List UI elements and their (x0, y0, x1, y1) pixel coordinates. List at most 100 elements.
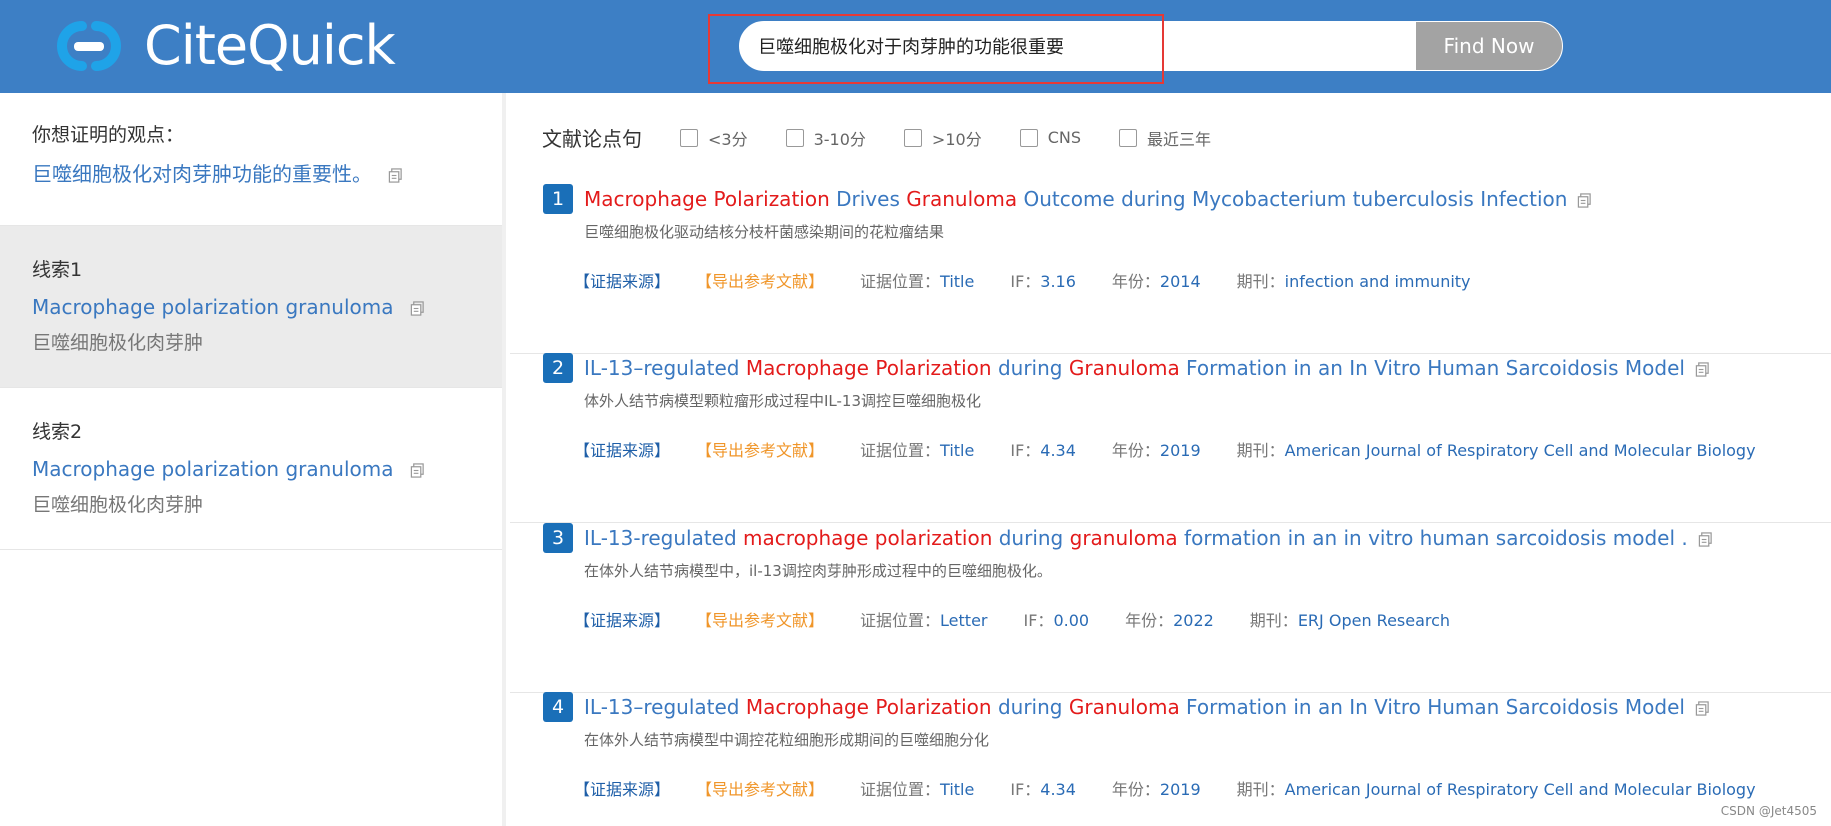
clue-chinese: 巨噬细胞极化肉芽肿 (32, 332, 204, 354)
if-label: IF： (1023, 611, 1054, 630)
journal-value[interactable]: ERJ Open Research (1298, 611, 1450, 630)
evidence-source-link[interactable]: 【证据来源】 (574, 607, 670, 631)
if-value: 4.34 (1040, 441, 1076, 460)
export-reference-link[interactable]: 【导出参考文献】 (696, 607, 824, 631)
title-segment: Granuloma (906, 187, 1018, 211)
journal-label: 期刊： (1236, 780, 1285, 799)
evidence-source-link[interactable]: 【证据来源】 (574, 437, 670, 461)
result-translation: 在体外人结节病模型中调控花粒细胞形成期间的巨噬细胞分化 (584, 731, 990, 749)
checkbox[interactable] (903, 128, 922, 147)
result-number-badge: 3 (543, 523, 573, 553)
claim-text: 巨噬细胞极化对肉芽肿功能的重要性。 (32, 159, 502, 189)
position-label: 证据位置： (860, 441, 941, 460)
checkbox[interactable] (680, 128, 698, 147)
filter-label: 3-10分 (813, 129, 866, 149)
logo-text: CiteQuick (144, 14, 396, 77)
result-title[interactable]: IL-13-regulated macrophage polarization … (584, 523, 1713, 553)
copy-icon[interactable] (388, 168, 403, 183)
year-value: 2019 (1159, 441, 1201, 460)
copy-icon[interactable] (1695, 701, 1710, 716)
clue-english-text: Macrophage polarization granuloma (32, 295, 394, 319)
claim-label: 你想证明的观点： (32, 124, 185, 146)
title-segment: IL-13–regulated (584, 695, 746, 719)
results-panel: 文献论点句 <3分 3-10分 >10分 CNS 最近三年 1 Macrophag… (510, 93, 1831, 826)
result-title[interactable]: Macrophage Polarization Drives Granuloma… (584, 184, 1592, 214)
journal-label: 期刊： (1236, 441, 1285, 460)
copy-icon[interactable] (410, 301, 425, 316)
title-segment: granuloma (1069, 526, 1178, 550)
journal-label: 期刊： (1236, 272, 1285, 291)
export-reference-link[interactable]: 【导出参考文献】 (696, 268, 824, 292)
clue-english: Macrophage polarization granuloma (32, 454, 502, 484)
journal-value[interactable]: American Journal of Respiratory Cell and… (1285, 441, 1756, 460)
copy-icon[interactable] (410, 463, 425, 478)
title-segment: macrophage polarization (743, 526, 993, 550)
copy-icon[interactable] (1698, 532, 1713, 547)
title-segment: during (992, 526, 1070, 550)
clue-chinese: 巨噬细胞极化肉芽肿 (32, 494, 204, 516)
checkbox[interactable] (1119, 128, 1137, 147)
export-reference-link[interactable]: 【导出参考文献】 (696, 776, 824, 800)
filter-3-10[interactable]: 3-10分 (785, 126, 866, 150)
result-title[interactable]: IL-13–regulated Macrophage Polarization … (584, 353, 1710, 383)
filter-bar: 文献论点句 <3分 3-10分 >10分 CNS 最近三年 (542, 123, 1249, 152)
if-value: 3.16 (1040, 272, 1076, 291)
export-reference-link[interactable]: 【导出参考文献】 (696, 437, 824, 461)
clue-item-2[interactable]: 线索2 Macrophage polarization granuloma 巨噬… (0, 388, 502, 550)
title-segment: Formation in an In Vitro Human Sarcoidos… (1179, 695, 1685, 719)
result-number-badge: 2 (543, 353, 573, 383)
year-label: 年份： (1125, 611, 1174, 630)
title-segment: Drives (829, 187, 907, 211)
filter-cns[interactable]: CNS (1019, 128, 1081, 147)
if-value: 4.34 (1040, 780, 1076, 799)
title-segment: Outcome during Mycobacterium tuberculosi… (1017, 187, 1568, 211)
position-label: 证据位置： (860, 780, 941, 799)
clue-english: Macrophage polarization granuloma (32, 292, 502, 322)
position-value: Letter (940, 611, 988, 630)
filter-label: <3分 (708, 129, 748, 149)
filter-gt10[interactable]: >10分 (903, 126, 982, 150)
result-title[interactable]: IL-13–regulated Macrophage Polarization … (584, 692, 1710, 722)
evidence-source-link[interactable]: 【证据来源】 (574, 268, 670, 292)
top-header: CiteQuick Find Now (0, 0, 1831, 93)
result-item: 2 IL-13–regulated Macrophage Polarization… (510, 353, 1831, 523)
title-segment: Macrophage Polarization (745, 356, 992, 380)
filter-label: 最近三年 (1147, 129, 1212, 149)
result-meta: 【证据来源】 【导出参考文献】 证据位置：Title IF：4.34 年份：2019 期刊… (574, 776, 1756, 800)
journal-value[interactable]: American Journal of Respiratory Cell and… (1285, 780, 1756, 799)
if-value: 0.00 (1053, 611, 1090, 630)
sidebar: 你想证明的观点： 巨噬细胞极化对肉芽肿功能的重要性。 线索1 Macrophag… (0, 93, 506, 826)
title-segment: IL-13-regulated (584, 526, 744, 550)
watermark: CSDN @Jet4505 (1720, 804, 1817, 818)
copy-icon[interactable] (1695, 362, 1710, 377)
if-label: IF： (1010, 272, 1041, 291)
title-segment: Formation in an In Vitro Human Sarcoidos… (1179, 356, 1685, 380)
result-translation: 在体外人结节病模型中，il-13调控肉芽肿形成过程中的巨噬细胞极化。 (584, 562, 1052, 580)
if-label: IF： (1010, 441, 1041, 460)
logo-icon (57, 21, 121, 71)
filter-recent-3-years[interactable]: 最近三年 (1119, 126, 1211, 150)
title-segment: IL-13–regulated (584, 356, 746, 380)
position-value: Title (940, 272, 975, 291)
title-segment: during (991, 356, 1069, 380)
logo[interactable]: CiteQuick (52, 14, 396, 77)
journal-value[interactable]: infection and immunity (1285, 272, 1471, 291)
search-input[interactable] (740, 22, 1416, 70)
checkbox[interactable] (1019, 128, 1038, 147)
clue-title: 线索1 (32, 259, 83, 281)
evidence-source-link[interactable]: 【证据来源】 (574, 776, 670, 800)
year-value: 2019 (1159, 780, 1201, 799)
year-label: 年份： (1111, 272, 1160, 291)
page: CiteQuick Find Now 你想证明的观点： 巨噬细胞极化对肉芽肿功能… (0, 0, 1831, 826)
checkbox[interactable] (785, 128, 804, 147)
clue-item-1[interactable]: 线索1 Macrophage polarization granuloma 巨噬… (0, 226, 502, 388)
title-segment: formation in an in vitro human sarcoidos… (1177, 526, 1688, 550)
filter-label: >10分 (931, 129, 982, 149)
result-item: 3 IL-13-regulated macrophage polarization… (510, 523, 1831, 693)
copy-icon[interactable] (1577, 193, 1592, 208)
result-translation: 体外人结节病模型颗粒瘤形成过程中IL-13调控巨噬细胞极化 (584, 392, 982, 410)
filter-lt3[interactable]: <3分 (680, 126, 748, 150)
filter-title: 文献论点句 (542, 127, 642, 151)
find-now-button[interactable]: Find Now (1416, 22, 1562, 70)
result-translation: 巨噬细胞极化驱动结核分枝杆菌感染期间的花粒瘤结果 (584, 223, 945, 241)
